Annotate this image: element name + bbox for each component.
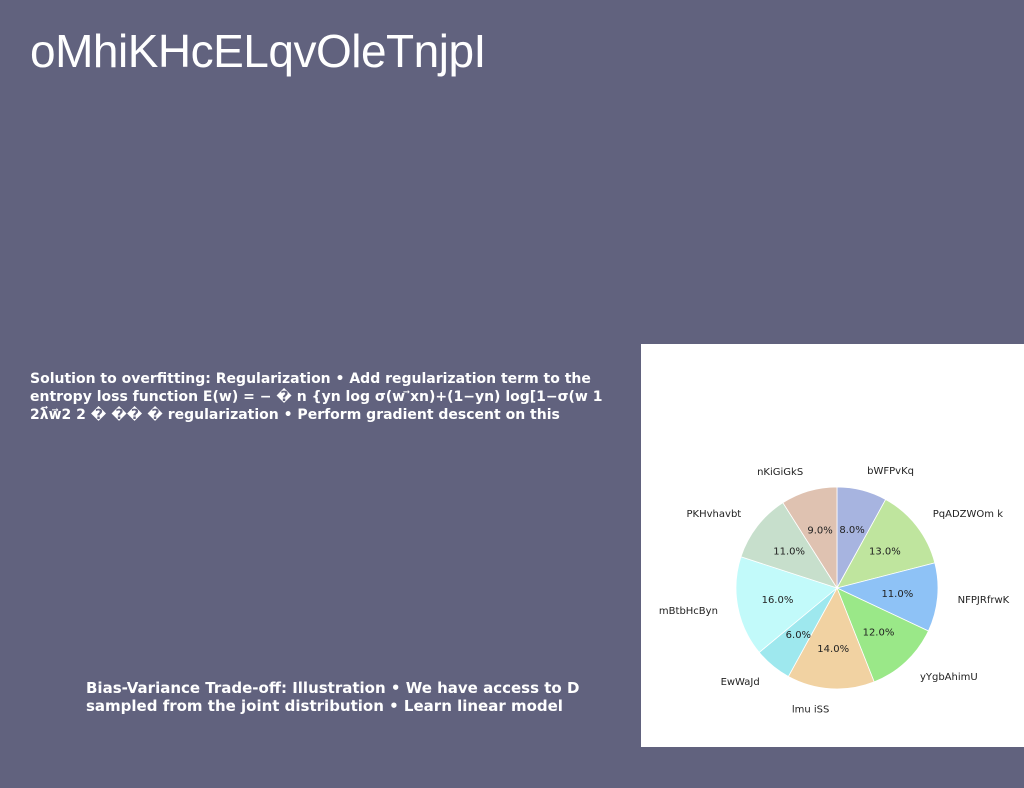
pie-category-label: PqADZWOm k [933,509,1003,520]
pie-category-label: lmu iSS [792,704,830,715]
pie-category-label: yYgbAhimU [920,672,978,683]
pie-pct-label: 16.0% [762,595,794,606]
pie-pct-label: 11.0% [773,546,805,557]
pie-category-label: mBtbHcByn [659,606,718,617]
bias-variance-text: Bias-Variance Trade-off: Illustration • … [86,679,580,715]
pie-pct-label: 6.0% [786,630,811,641]
slide-title: oMhiKHcELqvOleTnjpI [30,25,486,77]
pie-pct-label: 9.0% [807,525,832,536]
pie-category-label: NFPJRfrwK [958,595,1010,606]
pie-chart: 8.0% bWFPvKq 13.0% PqADZWOm k 11.0% NFPJRfrwK… [659,466,1010,715]
regularization-text: Solution to overfitting: Regularization … [30,371,603,423]
pie-category-label: nKiGiGkS [757,467,803,478]
pie-pct-label: 11.0% [881,589,913,600]
pie-pct-label: 13.0% [869,546,901,557]
pie-chart-panel: 8.0% bWFPvKq 13.0% PqADZWOm k 11.0% NFPJRfrwK… [641,344,1024,747]
pie-category-label: EwWaJd [721,677,760,688]
pie-pct-label: 8.0% [839,525,864,536]
pie-category-label: bWFPvKq [867,466,914,477]
pie-pct-label: 12.0% [863,628,895,639]
pie-pct-label: 14.0% [817,644,849,655]
pie-category-label: PKHvhavbt [687,509,742,520]
